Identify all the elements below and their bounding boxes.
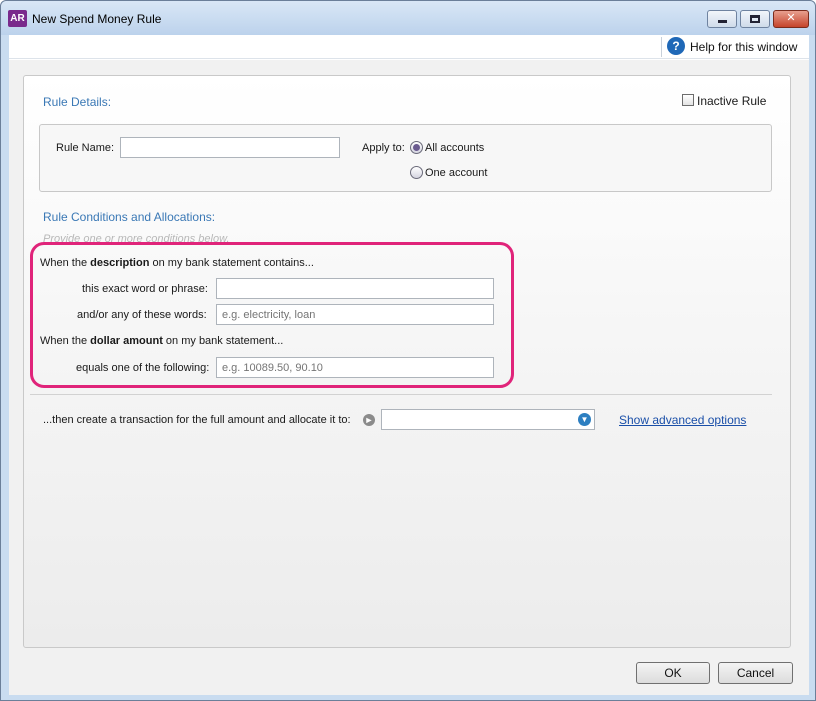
- help-separator: [661, 37, 662, 57]
- rule-name-label: Rule Name:: [56, 142, 115, 154]
- conditions-heading: Rule Conditions and Allocations:: [43, 210, 216, 224]
- chevron-down-icon[interactable]: ▼: [578, 413, 591, 426]
- all-accounts-label: All accounts: [425, 142, 485, 154]
- description-condition-text: When the description on my bank statemen…: [40, 257, 314, 269]
- amount-values-input[interactable]: [216, 357, 494, 378]
- cancel-button[interactable]: Cancel: [718, 662, 793, 684]
- show-advanced-options-link[interactable]: Show advanced options: [619, 413, 746, 427]
- amount-prefix: When the: [40, 335, 91, 347]
- any-words-input[interactable]: [216, 304, 494, 325]
- exact-phrase-input[interactable]: [216, 278, 494, 299]
- rule-details-heading: Rule Details:: [43, 95, 112, 109]
- amount-condition-text: When the dollar amount on my bank statem…: [40, 335, 283, 347]
- apply-to-label: Apply to:: [362, 142, 405, 154]
- all-accounts-radio[interactable]: [410, 141, 423, 154]
- description-suffix: on my bank statement contains...: [149, 257, 314, 269]
- one-account-radio[interactable]: [410, 166, 423, 179]
- inactive-rule-checkbox[interactable]: [682, 94, 694, 106]
- title-bar[interactable]: AR New Spend Money Rule ✕: [1, 1, 815, 35]
- window-client-area: ? Help for this window Rule Details: Ina…: [9, 35, 809, 695]
- one-account-label: One account: [425, 167, 488, 179]
- rule-name-input[interactable]: [120, 137, 340, 158]
- inactive-rule-label: Inactive Rule: [697, 94, 767, 108]
- rule-details-group: Rule Name: Apply to: All accounts One ac…: [39, 124, 772, 192]
- equals-label: equals one of the following:: [76, 362, 210, 374]
- description-prefix: When the: [40, 257, 91, 269]
- arrow-right-icon: ►: [363, 414, 375, 426]
- help-icon[interactable]: ?: [667, 37, 685, 55]
- help-bar: ? Help for this window: [9, 35, 809, 59]
- amount-suffix: on my bank statement...: [162, 335, 284, 347]
- app-window: AR New Spend Money Rule ✕ ? Help for thi…: [0, 0, 816, 701]
- maximize-button[interactable]: [740, 10, 770, 28]
- help-link[interactable]: Help for this window: [690, 40, 797, 54]
- minimize-icon: [717, 20, 727, 23]
- close-button[interactable]: ✕: [773, 10, 809, 28]
- minimize-button[interactable]: [707, 10, 737, 28]
- any-words-label: and/or any of these words:: [77, 309, 207, 321]
- allocate-account-dropdown[interactable]: ▼: [381, 409, 595, 430]
- section-divider: [30, 394, 772, 395]
- allocate-label: ...then create a transaction for the ful…: [43, 414, 351, 426]
- rule-panel: Rule Details: Inactive Rule Rule Name: A…: [23, 75, 791, 648]
- exact-phrase-label: this exact word or phrase:: [82, 283, 208, 295]
- ok-button[interactable]: OK: [636, 662, 710, 684]
- amount-bold: dollar amount: [90, 335, 163, 347]
- maximize-icon: [750, 15, 760, 23]
- close-icon: ✕: [786, 12, 796, 24]
- description-bold: description: [90, 257, 150, 269]
- app-logo-icon: AR: [8, 10, 27, 27]
- window-title: New Spend Money Rule: [32, 12, 162, 26]
